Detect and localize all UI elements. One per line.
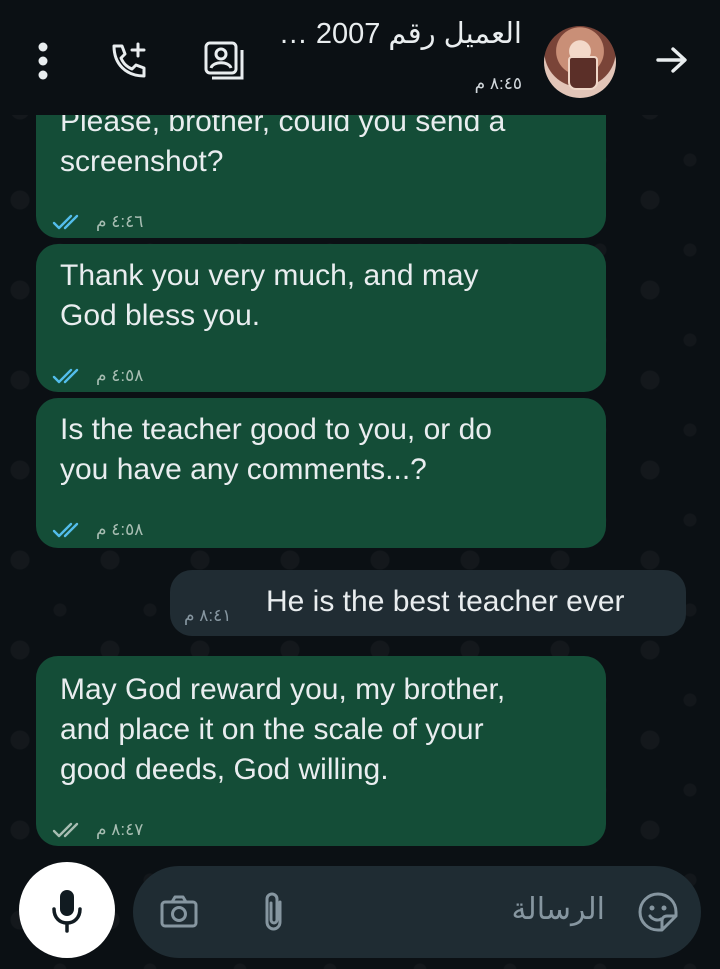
- last-seen: ٨:٤٥ م: [474, 74, 522, 93]
- message-bubble-outgoing[interactable]: May God reward you, my brother, and plac…: [36, 656, 606, 846]
- arrow-right-icon[interactable]: [652, 40, 692, 80]
- message-text: God bless you.: [60, 299, 261, 332]
- contact-card-icon[interactable]: [202, 40, 246, 80]
- message-text: He is the best teacher ever: [266, 585, 625, 618]
- read-ticks-icon: [52, 214, 79, 230]
- message-meta: ٤:٤٦ م: [52, 202, 143, 242]
- message-time: ٨:٤٧ م: [96, 820, 144, 839]
- message-text: Thank you very much, and may: [60, 259, 479, 292]
- microphone-icon: [52, 890, 82, 933]
- message-text: May God reward you, my brother,: [60, 673, 506, 706]
- message-text: you have any comments...?: [60, 453, 427, 486]
- message-time: ٤:٥٨ م: [96, 366, 144, 385]
- message-meta: ٤:٥٨ م: [52, 510, 143, 550]
- message-input[interactable]: الرسالة: [133, 866, 701, 958]
- add-call-icon[interactable]: [108, 40, 150, 82]
- message-text: Is the teacher good to you, or do: [60, 413, 492, 446]
- message-text: good deeds, God willing.: [60, 753, 389, 786]
- message-input-placeholder: الرسالة: [511, 893, 605, 926]
- paperclip-icon[interactable]: [259, 890, 289, 939]
- message-time: ٨:٤١ م: [184, 606, 232, 625]
- read-ticks-icon: [52, 368, 79, 384]
- read-ticks-icon: [52, 522, 79, 538]
- sticker-emoji-icon[interactable]: [637, 891, 679, 938]
- message-text: screenshot?: [60, 145, 224, 178]
- message-meta: ٨:٤٧ م: [52, 810, 143, 850]
- avatar[interactable]: [544, 26, 616, 98]
- message-meta: ٤:٥٨ م: [52, 356, 143, 396]
- voice-record-button[interactable]: [19, 862, 115, 958]
- camera-icon[interactable]: [159, 892, 199, 937]
- message-bubble-outgoing[interactable]: Thank you very much, and may God bless y…: [36, 244, 606, 392]
- chat-header: العميل رقم 2007 … ٨:٤٥ م: [0, 0, 720, 115]
- message-text: and place it on the scale of your: [60, 713, 484, 746]
- contact-name[interactable]: العميل رقم 2007 …: [279, 16, 522, 51]
- delivered-ticks-icon: [52, 822, 79, 838]
- message-bubble-incoming[interactable]: ٨:٤١ م He is the best teacher ever: [170, 570, 686, 636]
- message-time: ٤:٥٨ م: [96, 520, 144, 539]
- message-time: ٤:٤٦ م: [96, 212, 144, 231]
- message-bubble-outgoing[interactable]: Is the teacher good to you, or do you ha…: [36, 398, 606, 548]
- more-vertical-icon[interactable]: [30, 42, 56, 80]
